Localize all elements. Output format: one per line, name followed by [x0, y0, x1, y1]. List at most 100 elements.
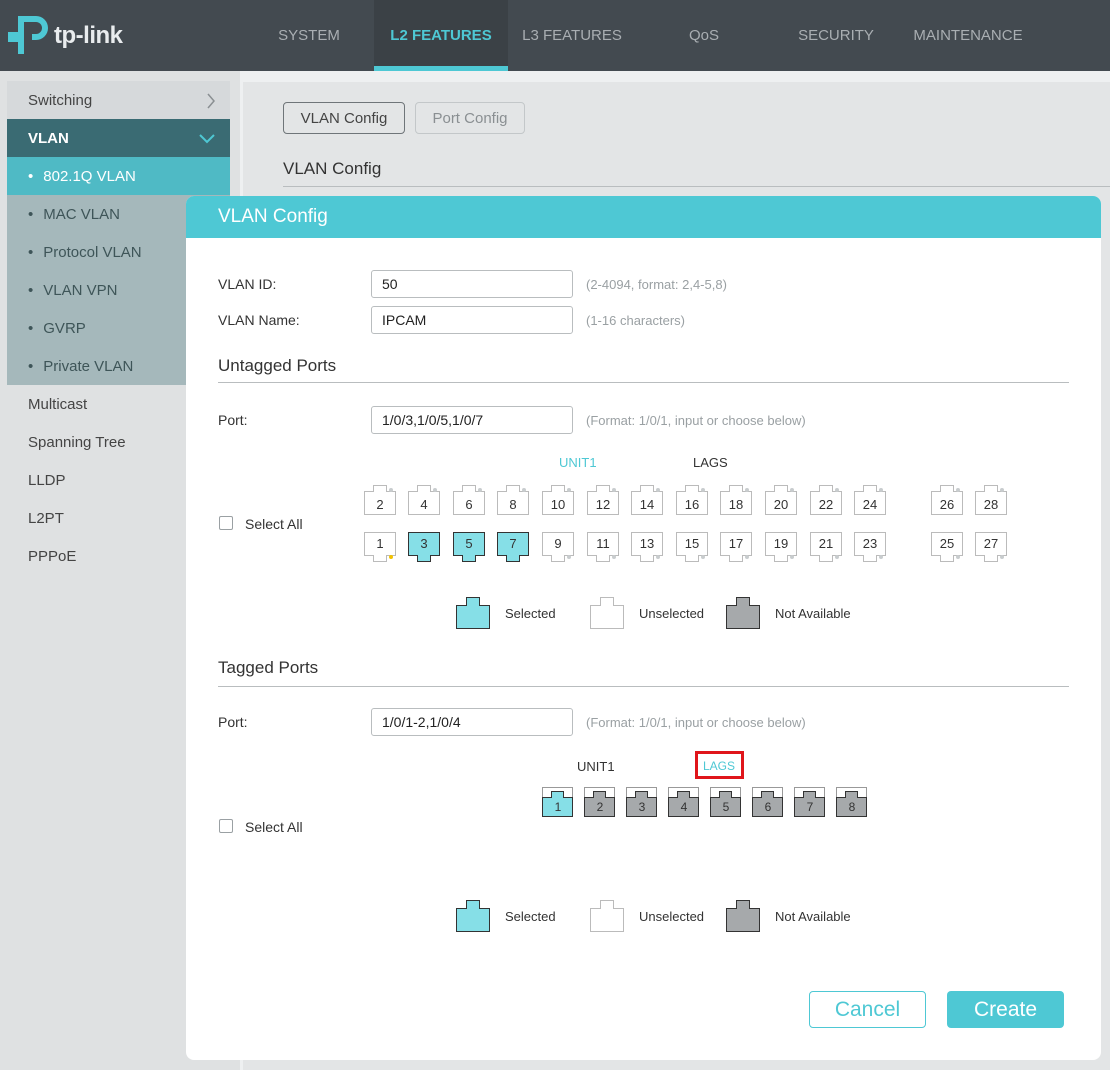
port-11[interactable]: 11	[587, 532, 619, 562]
untagged-port-label: Port:	[218, 412, 248, 428]
tagged-port-input[interactable]: 1/0/1-2,1/0/4	[371, 708, 573, 736]
vlan-name-hint: (1-16 characters)	[586, 313, 685, 328]
lag-port-7[interactable]: 7	[794, 787, 825, 817]
port-24[interactable]: 24	[854, 485, 886, 515]
port-26[interactable]: 26	[931, 485, 963, 515]
port-2[interactable]: 2	[364, 485, 396, 515]
untagged-select-all-checkbox[interactable]	[219, 516, 233, 530]
port-8[interactable]: 8	[497, 485, 529, 515]
vlan-id-input[interactable]: 50	[371, 270, 573, 298]
port-led-indicator	[433, 488, 437, 492]
lag-port-3[interactable]: 3	[626, 787, 657, 817]
sidebar-item-label: LLDP	[28, 471, 66, 489]
tagged-select-all-label: Select All	[245, 819, 303, 835]
port-led-indicator	[1000, 488, 1004, 492]
port-config-tab-button[interactable]: Port Config	[415, 102, 525, 134]
create-button[interactable]: Create	[947, 991, 1064, 1028]
lag-port-2[interactable]: 2	[584, 787, 615, 817]
port-14[interactable]: 14	[631, 485, 663, 515]
port-20[interactable]: 20	[765, 485, 797, 515]
untagged-port-input[interactable]: 1/0/3,1/0/5,1/0/7	[371, 406, 573, 434]
port-led-indicator	[389, 555, 393, 559]
port-4[interactable]: 4	[408, 485, 440, 515]
port-12[interactable]: 12	[587, 485, 619, 515]
port-5[interactable]: 5	[453, 532, 485, 562]
port-led-indicator	[745, 555, 749, 559]
port-7[interactable]: 7	[497, 532, 529, 562]
port-3[interactable]: 3	[408, 532, 440, 562]
port-28[interactable]: 28	[975, 485, 1007, 515]
tagged-lags-label[interactable]: LAGS	[703, 759, 735, 773]
port-19[interactable]: 19	[765, 532, 797, 562]
port-led-indicator	[612, 488, 616, 492]
tab-l3-features[interactable]: L3 FEATURES	[508, 0, 636, 71]
sidebar-item-802-1q-vlan[interactable]: • 802.1Q VLAN	[7, 157, 230, 195]
tab-system[interactable]: SYSTEM	[244, 0, 374, 71]
lag-port-8[interactable]: 8	[836, 787, 867, 817]
port-led-indicator	[656, 488, 660, 492]
legend-selected-label: Selected	[505, 606, 556, 621]
vlan-config-tab-button[interactable]: VLAN Config	[283, 102, 405, 134]
port-22[interactable]: 22	[810, 485, 842, 515]
port-led-indicator	[567, 555, 571, 559]
lag-port-number: 1	[554, 800, 562, 814]
sidebar-item-vlan[interactable]: VLAN	[7, 119, 230, 157]
sidebar-item-switching[interactable]: Switching	[7, 81, 230, 119]
port-led-indicator	[956, 555, 960, 559]
legend-unselected-label: Unselected	[639, 606, 705, 621]
port-led-indicator	[522, 488, 526, 492]
port-6[interactable]: 6	[453, 485, 485, 515]
lag-port-4[interactable]: 4	[668, 787, 699, 817]
sidebar-item-label: Multicast	[28, 395, 88, 413]
sidebar-item-label: 802.1Q VLAN	[43, 167, 136, 185]
port-21[interactable]: 21	[810, 532, 842, 562]
port-15[interactable]: 15	[676, 532, 708, 562]
selected-port-legend-icon	[456, 900, 490, 932]
port-led-indicator	[835, 555, 839, 559]
untagged-unit1-label[interactable]: UNIT1	[559, 455, 597, 470]
port-9[interactable]: 9	[542, 532, 574, 562]
port-16[interactable]: 16	[676, 485, 708, 515]
legend-not-available-label: Not Available	[775, 909, 851, 924]
lag-port-6[interactable]: 6	[752, 787, 783, 817]
untagged-lags-label[interactable]: LAGS	[693, 455, 728, 470]
chevron-right-icon	[207, 93, 215, 109]
port-led-indicator	[745, 488, 749, 492]
port-number: 3	[420, 535, 428, 551]
vlan-name-input[interactable]: IPCAM	[371, 306, 573, 334]
divider	[218, 686, 1069, 687]
untagged-port-hint: (Format: 1/0/1, input or choose below)	[586, 413, 806, 428]
tagged-select-all-checkbox[interactable]	[219, 819, 233, 833]
tab-l2-features[interactable]: L2 FEATURES	[374, 0, 508, 71]
lag-port-1[interactable]: 1	[542, 787, 573, 817]
port-17[interactable]: 17	[720, 532, 752, 562]
dialog-title: VLAN Config	[186, 196, 1101, 238]
lag-port-5[interactable]: 5	[710, 787, 741, 817]
port-27[interactable]: 27	[975, 532, 1007, 562]
port-13[interactable]: 13	[631, 532, 663, 562]
tab-security[interactable]: SECURITY	[772, 0, 900, 71]
sidebar-item-label: VLAN VPN	[43, 281, 118, 299]
legend-selected-label: Selected	[505, 909, 556, 924]
lag-port-number: 7	[806, 800, 814, 814]
port-led-indicator	[956, 488, 960, 492]
port-18[interactable]: 18	[720, 485, 752, 515]
selected-port-legend-icon	[456, 597, 490, 629]
port-10[interactable]: 10	[542, 485, 574, 515]
port-led-indicator	[567, 488, 571, 492]
tagged-unit1-label[interactable]: UNIT1	[577, 759, 615, 774]
vlan-id-hint: (2-4094, format: 2,4-5,8)	[586, 277, 727, 292]
port-25[interactable]: 25	[931, 532, 963, 562]
port-1[interactable]: 1	[364, 532, 396, 562]
port-23[interactable]: 23	[854, 532, 886, 562]
legend-not-available-label: Not Available	[775, 606, 851, 621]
page-title: VLAN Config	[283, 159, 382, 178]
cancel-button[interactable]: Cancel	[809, 991, 926, 1028]
lag-port-number: 4	[680, 800, 688, 814]
vlan-id-label: VLAN ID:	[218, 276, 277, 292]
tagged-port-label: Port:	[218, 714, 248, 730]
tp-link-logo: tp-link	[6, 14, 123, 58]
tab-maintenance[interactable]: MAINTENANCE	[904, 0, 1032, 71]
tab-qos[interactable]: QoS	[640, 0, 768, 71]
unselected-port-legend-icon	[590, 900, 624, 932]
